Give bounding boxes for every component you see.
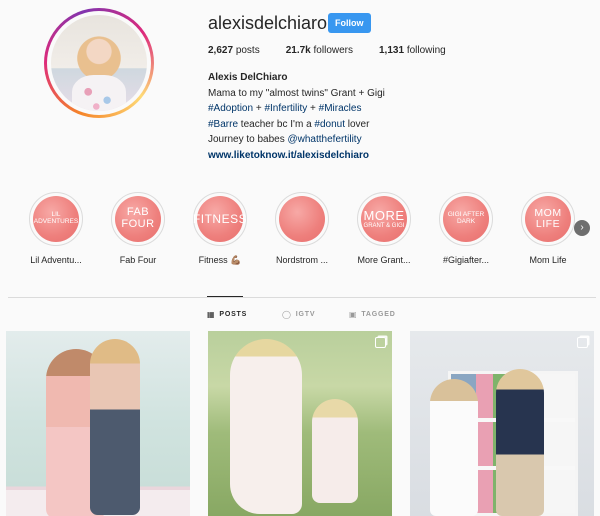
following-stat[interactable]: 1,131 following	[379, 45, 446, 56]
carousel-icon	[375, 337, 386, 348]
highlight-gigi-after-dark[interactable]: GIGI AFTER DARK #Gigiafter...	[425, 192, 507, 265]
following-label: following	[406, 45, 446, 56]
highlight-cover: FAB FOUR	[115, 196, 161, 242]
tab-active-indicator	[207, 296, 243, 297]
highlight-cover-text: MORE	[363, 208, 405, 224]
hashtag-adoption[interactable]: #Adoption	[208, 103, 253, 114]
highlight-fitness[interactable]: FITNESS Fitness 💪🏽	[179, 192, 261, 266]
post-photo-subject	[230, 339, 302, 514]
highlight-label: More Grant...	[357, 255, 411, 265]
profile-bio: Alexis DelChiaro Mama to my "almost twin…	[208, 70, 385, 163]
highlight-cover: GIGI AFTER DARK	[443, 196, 489, 242]
bio-text: teacher bc I'm a	[238, 118, 315, 130]
highlight-ring: GIGI AFTER DARK	[439, 192, 493, 246]
avatar-border	[47, 11, 151, 115]
followers-label: followers	[313, 45, 353, 56]
tab-label: POSTS	[219, 311, 248, 318]
highlight-nordstrom[interactable]: Nordstrom ...	[261, 192, 343, 265]
igtv-icon: ◯	[282, 310, 292, 319]
followers-stat[interactable]: 21.7k followers	[286, 45, 353, 56]
grid-icon: ▦	[207, 310, 216, 319]
highlight-label: #Gigiafter...	[442, 255, 490, 265]
follow-button[interactable]: Follow	[328, 13, 371, 33]
posts-stat: 2,627 posts	[208, 45, 260, 56]
bio-text: lover	[345, 118, 370, 130]
bio-line-1: Mama to my "almost twins" Grant + Gigi	[208, 87, 385, 99]
tab-igtv[interactable]: ◯ IGTV	[282, 310, 315, 319]
story-highlights: LIL ADVENTURES Lil Adventu... FAB FOUR F…	[0, 192, 600, 267]
highlight-ring: FAB FOUR	[111, 192, 165, 246]
avatar-dress	[72, 74, 126, 111]
highlight-more-grant-gigi[interactable]: MORE GRANT & GIGI More Grant...	[343, 192, 425, 265]
profile-avatar[interactable]	[44, 8, 154, 118]
chevron-right-icon[interactable]: ›	[574, 220, 590, 236]
tagged-icon: ▣	[349, 310, 358, 319]
highlight-lil-adventures[interactable]: LIL ADVENTURES Lil Adventu...	[15, 192, 97, 265]
hashtag-infertility[interactable]: #Infertility	[264, 103, 307, 114]
profile-tabs: ▦ POSTS ◯ IGTV ▣ TAGGED	[0, 310, 600, 322]
highlight-label: Lil Adventu...	[30, 255, 82, 265]
highlight-label: Nordstrom ...	[275, 255, 328, 265]
profile-stats: 2,627 posts 21.7k followers 1,131 follow…	[208, 45, 472, 56]
tab-tagged[interactable]: ▣ TAGGED	[349, 310, 396, 319]
highlight-cover	[279, 196, 325, 242]
post-photo-subject	[496, 369, 544, 516]
highlight-cover-text: GIGI AFTER DARK	[447, 211, 485, 225]
hashtag-miracles[interactable]: #Miracles	[319, 103, 362, 114]
hashtag-donut[interactable]: #donut	[314, 119, 345, 130]
highlight-cover-text: FAB FOUR	[121, 206, 155, 230]
post-photo-subject	[312, 399, 358, 503]
highlight-ring: FITNESS	[193, 192, 247, 246]
highlight-label: Mom Life	[529, 255, 567, 265]
tab-divider	[8, 297, 596, 298]
post-photo-subject	[90, 339, 140, 515]
highlight-fab-four[interactable]: FAB FOUR Fab Four	[97, 192, 179, 265]
highlight-label: Fab Four	[119, 255, 157, 265]
followers-count: 21.7k	[285, 45, 311, 56]
highlight-ring: MORE GRANT & GIGI	[357, 192, 411, 246]
post-thumbnail[interactable]	[6, 331, 190, 516]
posts-label: posts	[235, 45, 260, 56]
post-thumbnail[interactable]	[410, 331, 594, 516]
profile-website-link[interactable]: www.liketoknow.it/alexisdelchiaro	[208, 148, 385, 164]
highlight-cover-text: MOM LIFE	[534, 206, 562, 230]
profile-full-name: Alexis DelChiaro	[208, 72, 288, 83]
bio-separator: +	[253, 103, 265, 114]
carousel-icon	[577, 337, 588, 348]
avatar-photo	[51, 15, 147, 111]
highlight-cover-text: FITNESS	[192, 211, 248, 226]
tab-posts[interactable]: ▦ POSTS	[207, 310, 247, 319]
highlight-cover-text: LIL ADVENTURES	[33, 211, 79, 225]
bio-line-4: Journey to babes @whatthefertility	[208, 132, 385, 148]
bio-line-2: #Adoption + #Infertility + #Miracles	[208, 101, 385, 117]
hashtag-barre[interactable]: #Barre	[208, 119, 238, 130]
bio-line-3: #Barre teacher bc I'm a #donut lover	[208, 117, 385, 133]
highlight-cover-subtext: GRANT & GIGI	[363, 222, 405, 229]
bio-separator: +	[307, 103, 319, 114]
highlight-cover: LIL ADVENTURES	[33, 196, 79, 242]
following-count: 1,131	[379, 45, 405, 56]
post-photo-subject	[430, 379, 478, 516]
tab-label: IGTV	[295, 311, 316, 318]
posts-count: 2,627	[208, 45, 234, 56]
highlight-cover: MOM LIFE	[525, 196, 571, 242]
highlight-ring: LIL ADVENTURES	[29, 192, 83, 246]
highlight-label: Fitness 💪🏽	[198, 255, 242, 265]
tab-label: TAGGED	[361, 311, 396, 318]
profile-username: alexisdelchiaro	[208, 13, 328, 33]
highlight-cover: FITNESS	[193, 196, 247, 242]
bio-text: Journey to babes	[208, 134, 288, 145]
highlight-ring: MOM LIFE	[521, 192, 575, 246]
post-thumbnail[interactable]	[208, 331, 392, 516]
mention-whatthefertility[interactable]: @whatthefertility	[288, 134, 362, 145]
highlight-cover: MORE GRANT & GIGI	[361, 196, 407, 242]
highlight-ring	[275, 192, 329, 246]
